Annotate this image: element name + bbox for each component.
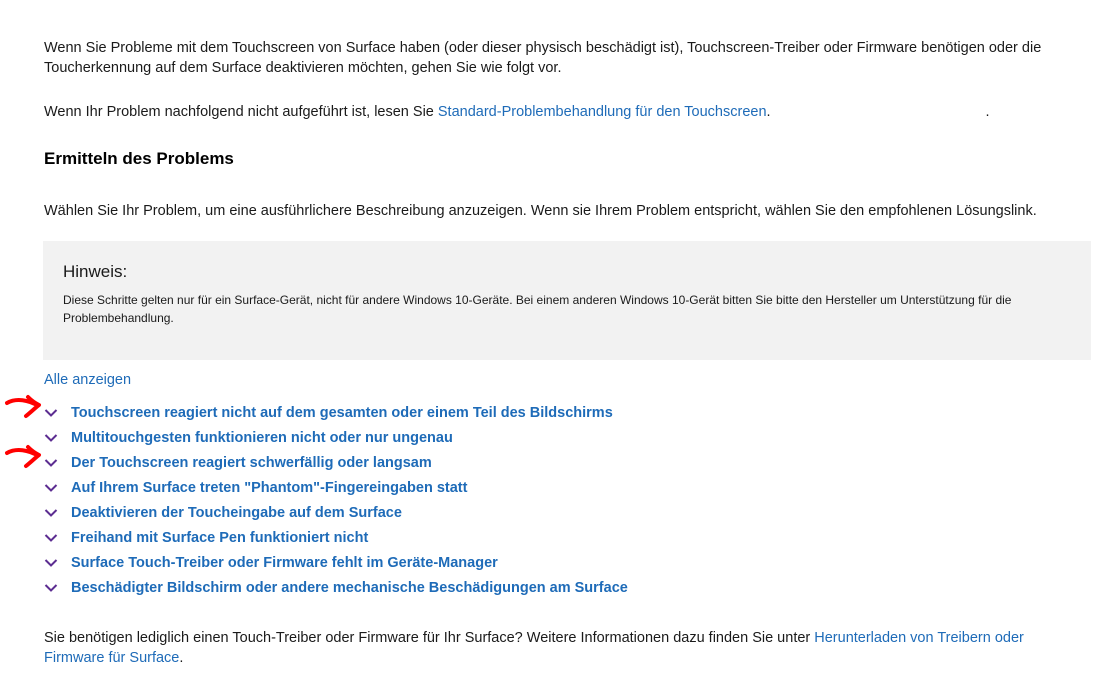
- chevron-down-icon[interactable]: [44, 583, 58, 593]
- accordion-item[interactable]: Freihand mit Surface Pen funktioniert ni…: [44, 525, 1074, 550]
- note-title: Hinweis:: [63, 262, 128, 281]
- accordion-item[interactable]: Surface Touch-Treiber oder Firmware fehl…: [44, 550, 1074, 575]
- chevron-down-icon[interactable]: [44, 558, 58, 568]
- note-box: Hinweis: Diese Schritte gelten nur für e…: [43, 241, 1091, 360]
- note-body: Diese Schritte gelten nur für ein Surfac…: [63, 293, 1012, 325]
- stray-dot: .: [985, 104, 990, 120]
- accordion-item-label[interactable]: Touchscreen reagiert nicht auf dem gesam…: [71, 405, 613, 421]
- problem-not-listed-paragraph: Wenn Ihr Problem nachfolgend nicht aufge…: [44, 102, 1074, 122]
- chevron-down-icon[interactable]: [44, 458, 58, 468]
- problem-not-listed-text: Wenn Ihr Problem nachfolgend nicht aufge…: [44, 104, 438, 120]
- accordion-item[interactable]: Touchscreen reagiert nicht auf dem gesam…: [5, 395, 1074, 425]
- chevron-down-icon[interactable]: [44, 533, 58, 543]
- footer-paragraph: Sie benötigen lediglich einen Touch-Trei…: [44, 628, 1074, 668]
- chevron-down-icon[interactable]: [44, 433, 58, 443]
- intro-paragraph: Wenn Sie Probleme mit dem Touchscreen vo…: [44, 40, 1042, 76]
- accordion-item-label[interactable]: Freihand mit Surface Pen funktioniert ni…: [71, 530, 368, 546]
- footer-text: Sie benötigen lediglich einen Touch-Trei…: [44, 630, 815, 646]
- accordion-item-label[interactable]: Surface Touch-Treiber oder Firmware fehl…: [71, 555, 498, 571]
- red-annotation-arrow-icon: [5, 395, 41, 418]
- sentence-period: .: [766, 104, 771, 120]
- chevron-down-icon[interactable]: [44, 508, 58, 518]
- accordion-item[interactable]: Deaktivieren der Toucheingabe auf dem Su…: [44, 500, 1074, 525]
- chevron-down-icon[interactable]: [44, 483, 58, 493]
- accordion-item[interactable]: Multitouchgesten funktionieren nicht ode…: [44, 425, 1074, 450]
- show-all-link[interactable]: Alle anzeigen: [44, 370, 1074, 390]
- section-heading: Ermitteln des Problems: [44, 149, 234, 168]
- accordion-item[interactable]: Der Touchscreen reagiert schwerfällig od…: [5, 445, 1074, 475]
- accordion-item[interactable]: Beschädigter Bildschirm oder andere mech…: [44, 575, 1074, 600]
- problem-accordion: Touchscreen reagiert nicht auf dem gesam…: [5, 395, 1074, 600]
- accordion-item-label[interactable]: Deaktivieren der Toucheingabe auf dem Su…: [71, 505, 402, 521]
- choose-problem-paragraph: Wählen Sie Ihr Problem, um eine ausführl…: [44, 203, 1037, 219]
- red-annotation-arrow-icon: [5, 445, 41, 468]
- standard-troubleshooting-link[interactable]: Standard-Problembehandlung für den Touch…: [438, 104, 767, 120]
- accordion-item-label[interactable]: Multitouchgesten funktionieren nicht ode…: [71, 430, 453, 446]
- article-content: Wenn Sie Probleme mit dem Touchscreen vo…: [5, 38, 1091, 668]
- accordion-item-label[interactable]: Beschädigter Bildschirm oder andere mech…: [71, 580, 628, 596]
- accordion-item-label[interactable]: Der Touchscreen reagiert schwerfällig od…: [71, 455, 432, 471]
- chevron-down-icon[interactable]: [44, 408, 58, 418]
- accordion-item[interactable]: Auf Ihrem Surface treten "Phantom"-Finge…: [44, 475, 1074, 500]
- footer-period: .: [179, 650, 184, 666]
- accordion-item-label[interactable]: Auf Ihrem Surface treten "Phantom"-Finge…: [71, 480, 467, 496]
